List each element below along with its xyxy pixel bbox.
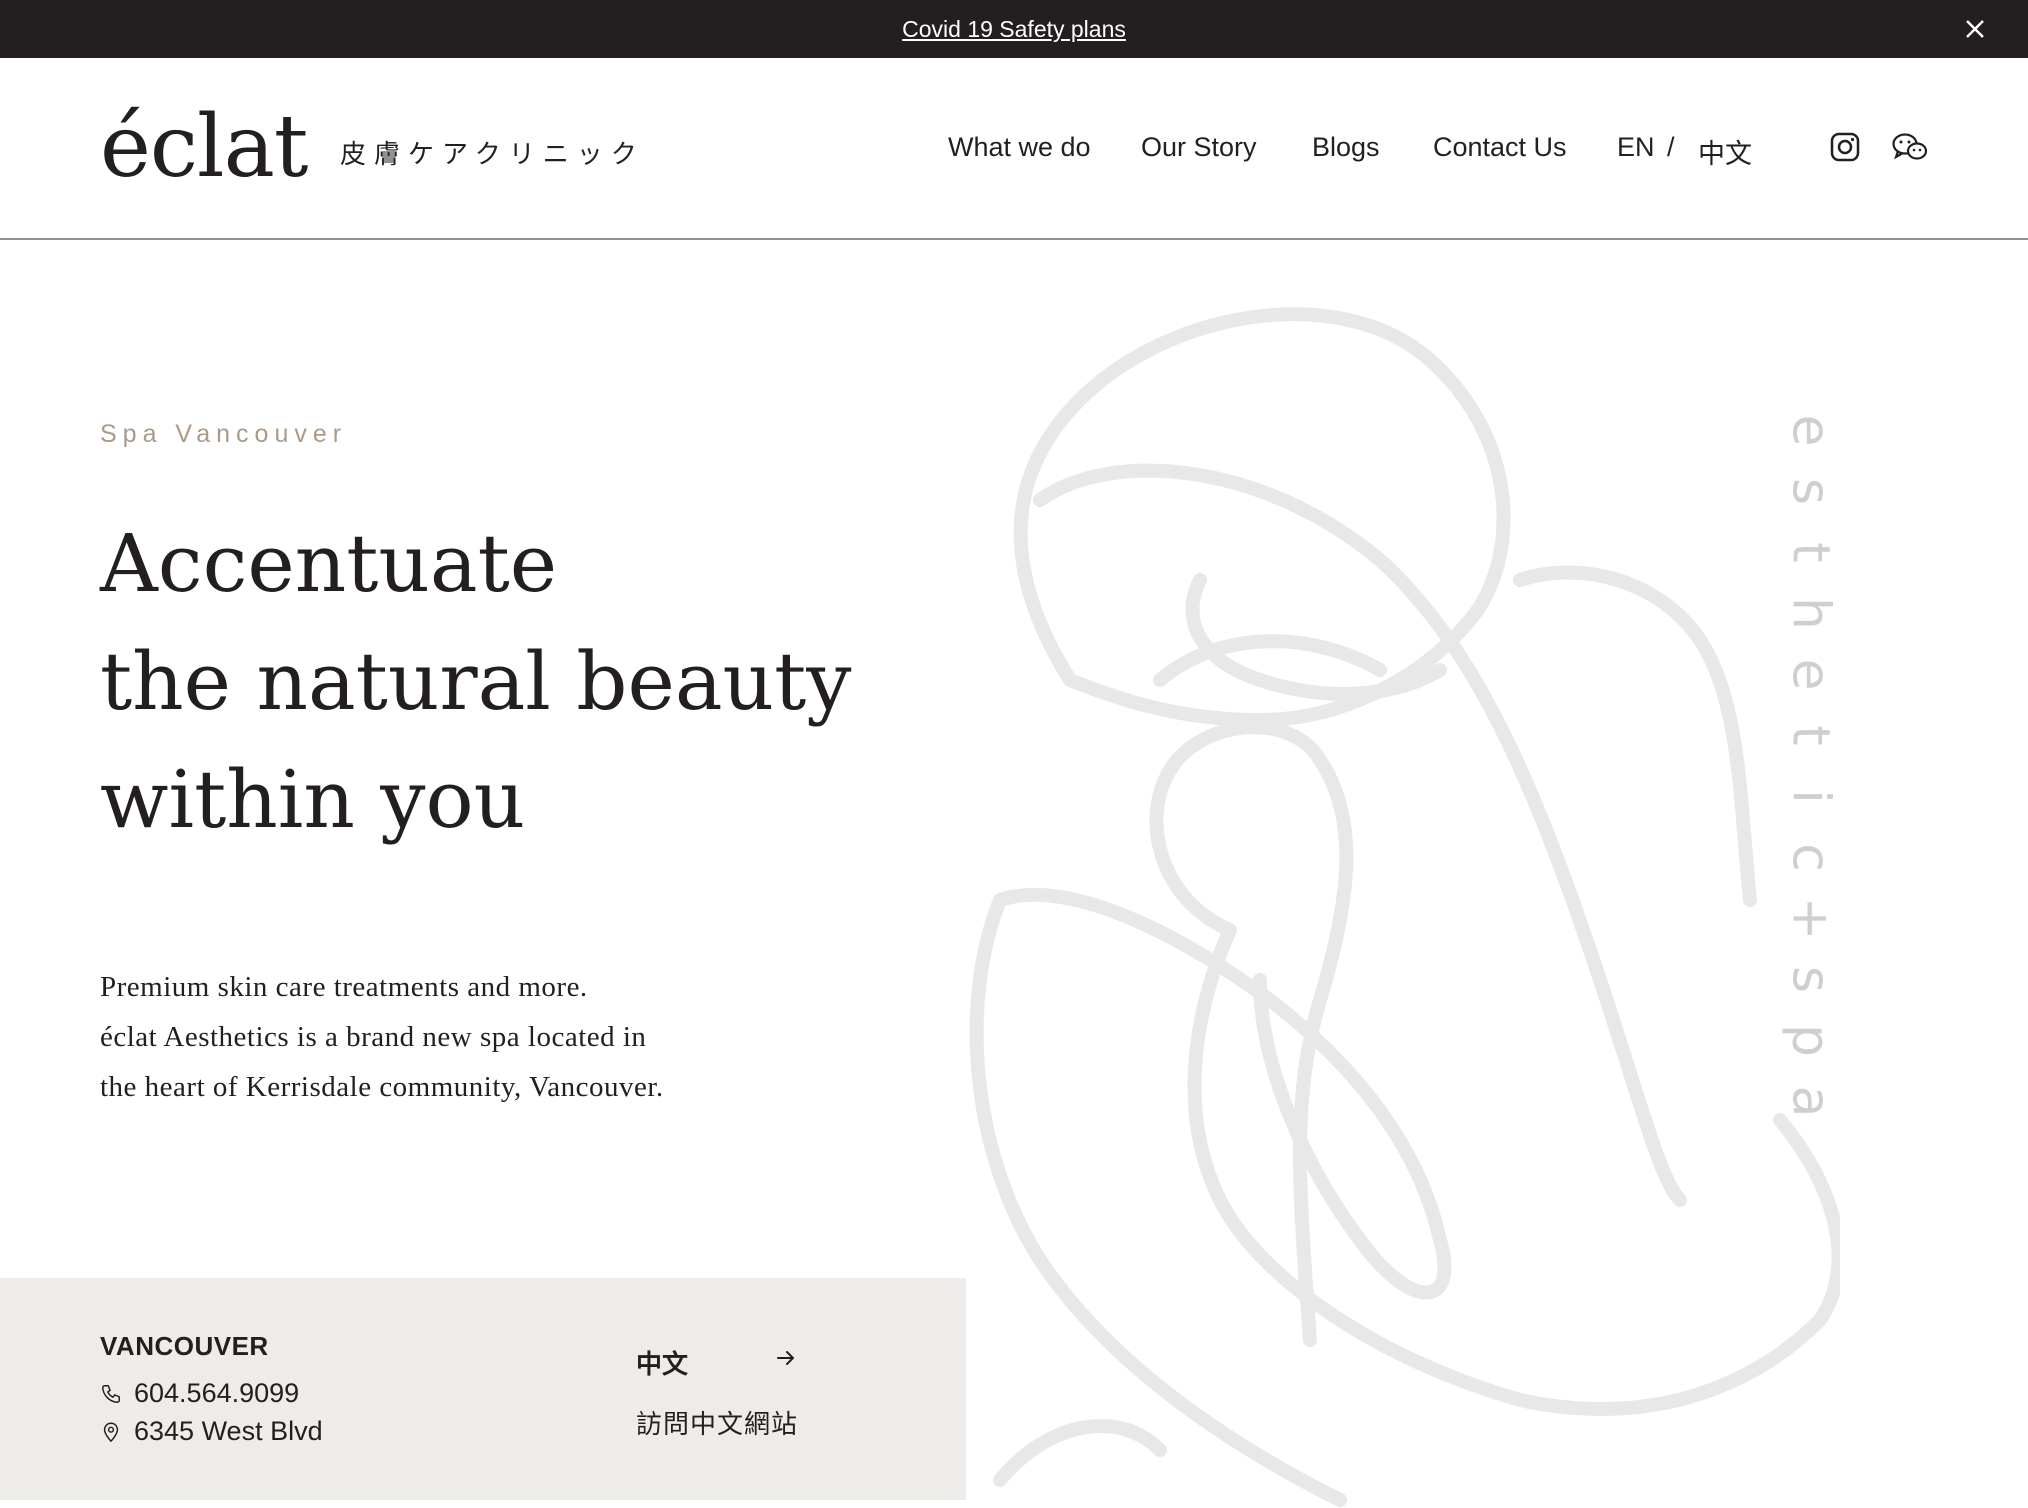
hero-title-line: the natural beauty	[100, 635, 852, 728]
location-info-box: VANCOUVER 604.564.9099 6345 West Blvd 中文…	[0, 1278, 966, 1500]
street-address[interactable]: 6345 West Blvd	[134, 1416, 323, 1447]
vertical-tagline-letter: a	[1780, 1085, 1841, 1118]
vertical-tagline: e s t h e t i c + s p a	[1780, 400, 1841, 1132]
arrow-right-icon[interactable]	[774, 1346, 798, 1370]
lang-separator: /	[1667, 132, 1675, 162]
location-pin-icon	[103, 1422, 119, 1442]
hero-eyebrow: Spa Vancouver	[100, 420, 348, 448]
hero-description: Premium skin care treatments and more. é…	[100, 962, 664, 1112]
vertical-tagline-letter: c	[1780, 843, 1841, 872]
logo[interactable]: éclat	[100, 104, 308, 190]
nav-contact-us[interactable]: Contact Us	[1433, 132, 1567, 163]
site-header: éclat 皮膚ケアクリニック What we do Our Story Blo…	[0, 58, 2028, 240]
phone-number[interactable]: 604.564.9099	[134, 1378, 299, 1409]
nav-our-story[interactable]: Our Story	[1141, 132, 1257, 163]
vertical-tagline-letter: t	[1780, 542, 1841, 563]
hero-description-line: éclat Aesthetics is a brand new spa loca…	[100, 1021, 647, 1053]
hero-title: Accentuate the natural beauty within you	[100, 505, 851, 859]
announcement-bar: Covid 19 Safety plans	[0, 0, 2028, 58]
vertical-tagline-letter: s	[1780, 477, 1841, 506]
nav-what-we-do[interactable]: What we do	[948, 132, 1091, 163]
vertical-tagline-letter: s	[1780, 965, 1841, 994]
vertical-tagline-letter: i	[1780, 789, 1841, 804]
chinese-site-link[interactable]: 訪問中文網站	[636, 1404, 798, 1441]
hero-description-line: Premium skin care treatments and more.	[100, 971, 588, 1003]
vertical-tagline-letter: h	[1780, 597, 1841, 630]
line-art-illustration	[969, 307, 1840, 1507]
instagram-icon[interactable]	[1829, 131, 1861, 163]
vertical-tagline-letter: e	[1780, 658, 1841, 691]
wechat-icon[interactable]	[1891, 131, 1929, 163]
lang-zh[interactable]: 中文	[1698, 132, 1752, 171]
vertical-tagline-letter: t	[1780, 725, 1841, 746]
hero-description-line: the heart of Kerrisdale community, Vanco…	[100, 1071, 664, 1103]
covid-safety-link[interactable]: Covid 19 Safety plans	[902, 16, 1126, 43]
tagline-jp: 皮膚ケアクリニック	[340, 139, 645, 169]
hero-title-line: Accentuate	[100, 517, 558, 610]
hero-title-line: within you	[100, 753, 526, 846]
close-icon[interactable]	[1960, 14, 1990, 44]
phone-icon	[102, 1384, 120, 1403]
chinese-site-link-title[interactable]: 中文	[636, 1344, 688, 1381]
lang-en[interactable]: EN	[1617, 132, 1655, 163]
vertical-tagline-letter: +	[1780, 896, 1841, 941]
vertical-tagline-letter: e	[1780, 414, 1841, 447]
nav-blogs[interactable]: Blogs	[1312, 132, 1380, 163]
city-heading: VANCOUVER	[100, 1331, 269, 1361]
phone-line[interactable]: 604.564.9099	[100, 1378, 299, 1409]
vertical-tagline-letter: p	[1780, 1023, 1841, 1057]
address-line[interactable]: 6345 West Blvd	[100, 1416, 323, 1447]
